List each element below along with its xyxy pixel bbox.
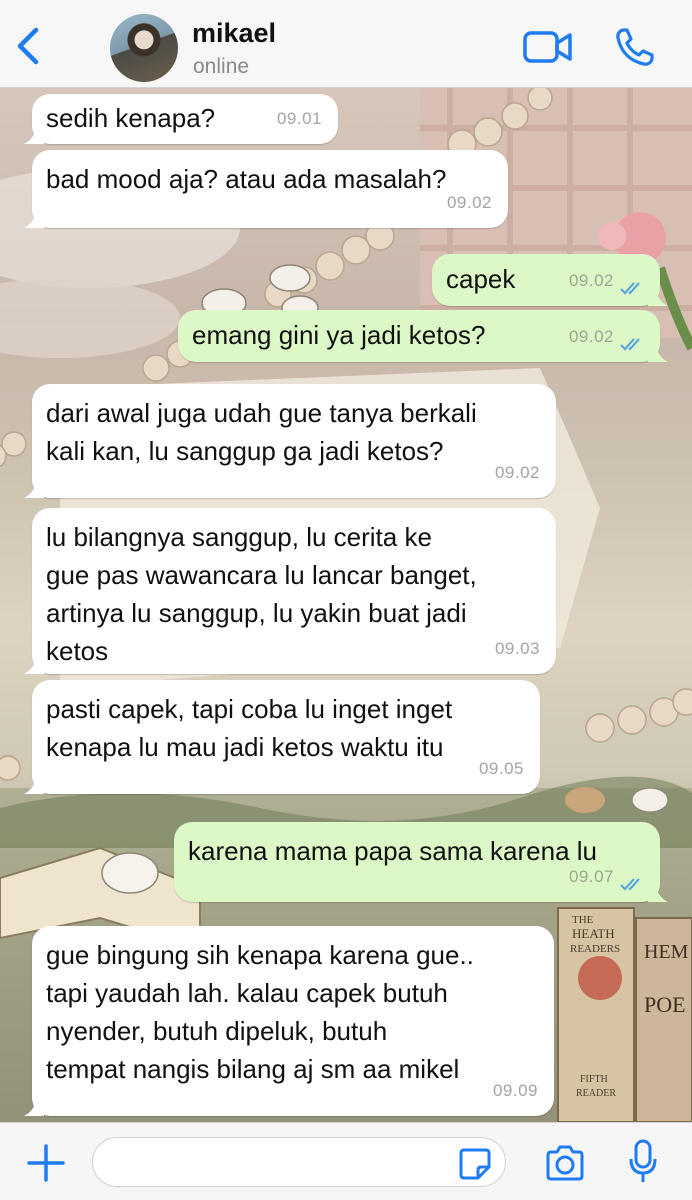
back-chevron-icon[interactable] — [12, 24, 46, 68]
bubble-tail — [648, 882, 668, 902]
plus-icon[interactable] — [26, 1143, 66, 1183]
book-text-the: THE — [572, 914, 594, 926]
microphone-icon[interactable] — [628, 1139, 658, 1185]
message-line: tempat nangis bilang aj sm aa mikel — [46, 1054, 460, 1084]
message-time: 09.02 — [494, 463, 540, 482]
message-incoming[interactable]: lu bilangnya sanggup, lu cerita ke gue p… — [24, 508, 556, 674]
message-outgoing[interactable]: karena mama papa sama karena lu 09.07 — [174, 822, 668, 902]
message-line: lu bilangnya sanggup, lu cerita ke — [46, 522, 432, 552]
book-text-reader: READER — [576, 1088, 616, 1099]
book-text-heath: HEATH — [572, 926, 615, 941]
phone-call-icon[interactable] — [614, 26, 656, 68]
bubble-tail — [24, 654, 44, 674]
sticker-icon[interactable] — [458, 1147, 492, 1181]
book-text-fifth: FIFTH — [580, 1074, 608, 1085]
message-line: tapi yaudah lah. kalau capek butuh — [46, 978, 448, 1008]
message-time: 09.09 — [492, 1081, 538, 1100]
message-time: 09.01 — [276, 109, 322, 128]
camera-icon[interactable] — [544, 1145, 586, 1181]
message-time: 09.02 — [568, 327, 614, 346]
message-line: ketos — [46, 636, 109, 666]
bubble-tail — [24, 1096, 44, 1116]
message-incoming[interactable]: sedih kenapa? 09.01 — [24, 94, 338, 144]
message-line: pasti capek, tapi coba lu inget inget — [46, 694, 453, 724]
message-text: bad mood aja? atau ada masalah? — [46, 164, 447, 194]
message-time: 09.03 — [494, 639, 540, 658]
message-outgoing[interactable]: emang gini ya jadi ketos? 09.02 — [178, 310, 668, 362]
bubble-tail — [648, 342, 668, 362]
message-incoming[interactable]: gue bingung sih kenapa karena gue.. tapi… — [24, 926, 554, 1116]
bubble-tail — [24, 124, 44, 144]
bubble-tail — [24, 478, 44, 498]
message-time: 09.02 — [568, 271, 614, 290]
bubble-tail — [648, 286, 668, 306]
contact-avatar[interactable] — [110, 14, 178, 82]
message-text: capek — [446, 264, 516, 294]
contact-name[interactable]: mikael — [192, 18, 276, 49]
message-line: dari awal juga udah gue tanya berkali — [46, 398, 477, 428]
book-text-readers: READERS — [570, 943, 620, 955]
message-incoming[interactable]: pasti capek, tapi coba lu inget inget ke… — [24, 680, 540, 794]
book-text-hem: HEM — [644, 941, 689, 963]
message-outgoing[interactable]: capek 09.02 — [432, 254, 668, 306]
chat-header: mikael online — [0, 0, 692, 88]
message-line: kali kan, lu sanggup ga jadi ketos? — [46, 436, 444, 466]
read-receipt-icon — [620, 282, 640, 295]
bubble-tail — [24, 774, 44, 794]
message-time: 09.05 — [478, 759, 524, 778]
contact-status: online — [193, 55, 250, 78]
video-call-icon[interactable] — [523, 28, 573, 66]
message-line: nyender, butuh dipeluk, butuh — [46, 1016, 388, 1046]
book-text-poe: POE — [644, 992, 686, 1017]
message-line: kenapa lu mau jadi ketos waktu itu — [46, 732, 444, 762]
read-receipt-icon — [620, 338, 640, 351]
message-incoming[interactable]: dari awal juga udah gue tanya berkali ka… — [24, 384, 556, 498]
message-line: gue pas wawancara lu lancar banget, — [46, 560, 477, 590]
message-incoming[interactable]: bad mood aja? atau ada masalah? 09.02 — [24, 150, 508, 228]
message-time: 09.07 — [568, 867, 614, 886]
chat-area[interactable]: THE HEATH READERS FIFTH READER HEM POE s… — [0, 88, 692, 1122]
read-receipt-icon — [620, 878, 640, 891]
bubble-tail — [24, 208, 44, 228]
message-line: artinya lu sanggup, lu yakin buat jadi — [46, 598, 467, 628]
message-line: gue bingung sih kenapa karena gue.. — [46, 940, 474, 970]
message-composer — [0, 1122, 692, 1200]
message-input[interactable] — [92, 1137, 506, 1187]
message-time: 09.02 — [446, 193, 492, 212]
